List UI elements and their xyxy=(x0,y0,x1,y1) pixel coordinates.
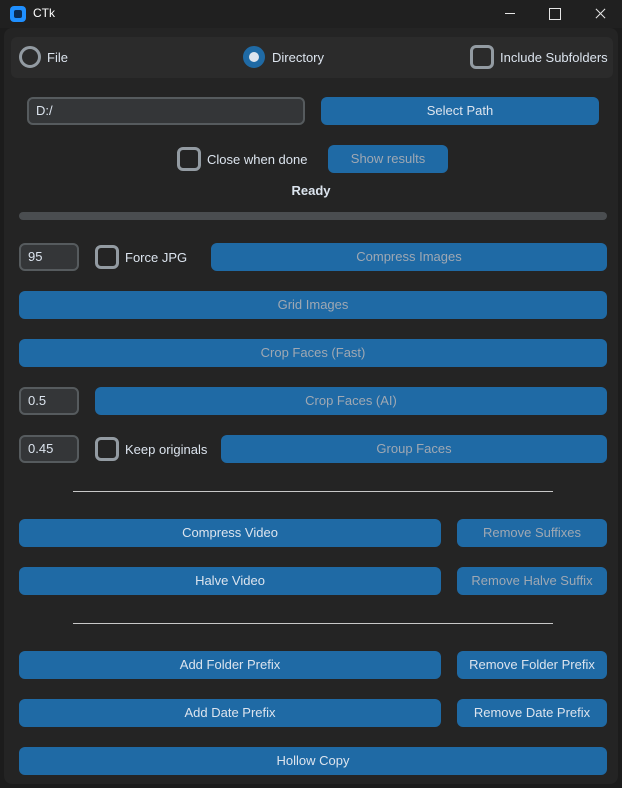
separator xyxy=(73,491,553,492)
force-jpg-label[interactable]: Force JPG xyxy=(125,250,187,265)
file-radio-label[interactable]: File xyxy=(47,50,68,65)
add-folder-prefix-button[interactable]: Add Folder Prefix xyxy=(19,651,441,679)
compress-video-button[interactable]: Compress Video xyxy=(19,519,441,547)
grid-images-button[interactable]: Grid Images xyxy=(19,291,607,319)
close-when-done-label[interactable]: Close when done xyxy=(207,152,307,167)
minimize-icon[interactable] xyxy=(486,0,532,28)
path-input[interactable]: D:/ xyxy=(27,97,305,125)
group-threshold-input[interactable]: 0.45 xyxy=(19,435,79,463)
remove-halve-suffix-button[interactable]: Remove Halve Suffix xyxy=(457,567,607,595)
close-when-done-checkbox[interactable] xyxy=(177,147,201,171)
add-date-prefix-button[interactable]: Add Date Prefix xyxy=(19,699,441,727)
quality-input[interactable]: 95 xyxy=(19,243,79,271)
keep-originals-label[interactable]: Keep originals xyxy=(125,442,207,457)
include-subfolders-label[interactable]: Include Subfolders xyxy=(500,50,608,65)
keep-originals-checkbox[interactable] xyxy=(95,437,119,461)
window-title: CTk xyxy=(33,6,55,20)
group-faces-button[interactable]: Group Faces xyxy=(221,435,607,463)
app-icon xyxy=(10,6,26,22)
show-results-button[interactable]: Show results xyxy=(328,145,448,173)
close-icon[interactable] xyxy=(577,0,622,28)
crop-faces-fast-button[interactable]: Crop Faces (Fast) xyxy=(19,339,607,367)
include-subfolders-checkbox[interactable] xyxy=(470,45,494,69)
remove-date-prefix-button[interactable]: Remove Date Prefix xyxy=(457,699,607,727)
compress-images-button[interactable]: Compress Images xyxy=(211,243,607,271)
crop-faces-ai-button[interactable]: Crop Faces (AI) xyxy=(95,387,607,415)
halve-video-button[interactable]: Halve Video xyxy=(19,567,441,595)
maximize-icon[interactable] xyxy=(531,0,577,28)
remove-suffixes-button[interactable]: Remove Suffixes xyxy=(457,519,607,547)
title-bar: CTk xyxy=(0,0,622,28)
file-radio[interactable] xyxy=(19,46,41,68)
crop-ai-threshold-input[interactable]: 0.5 xyxy=(19,387,79,415)
remove-folder-prefix-button[interactable]: Remove Folder Prefix xyxy=(457,651,607,679)
separator xyxy=(73,623,553,624)
directory-radio-label[interactable]: Directory xyxy=(272,50,324,65)
directory-radio[interactable] xyxy=(243,46,265,68)
status-text: Ready xyxy=(291,183,331,198)
hollow-copy-button[interactable]: Hollow Copy xyxy=(19,747,607,775)
select-path-button[interactable]: Select Path xyxy=(321,97,599,125)
force-jpg-checkbox[interactable] xyxy=(95,245,119,269)
progress-bar xyxy=(19,212,607,220)
